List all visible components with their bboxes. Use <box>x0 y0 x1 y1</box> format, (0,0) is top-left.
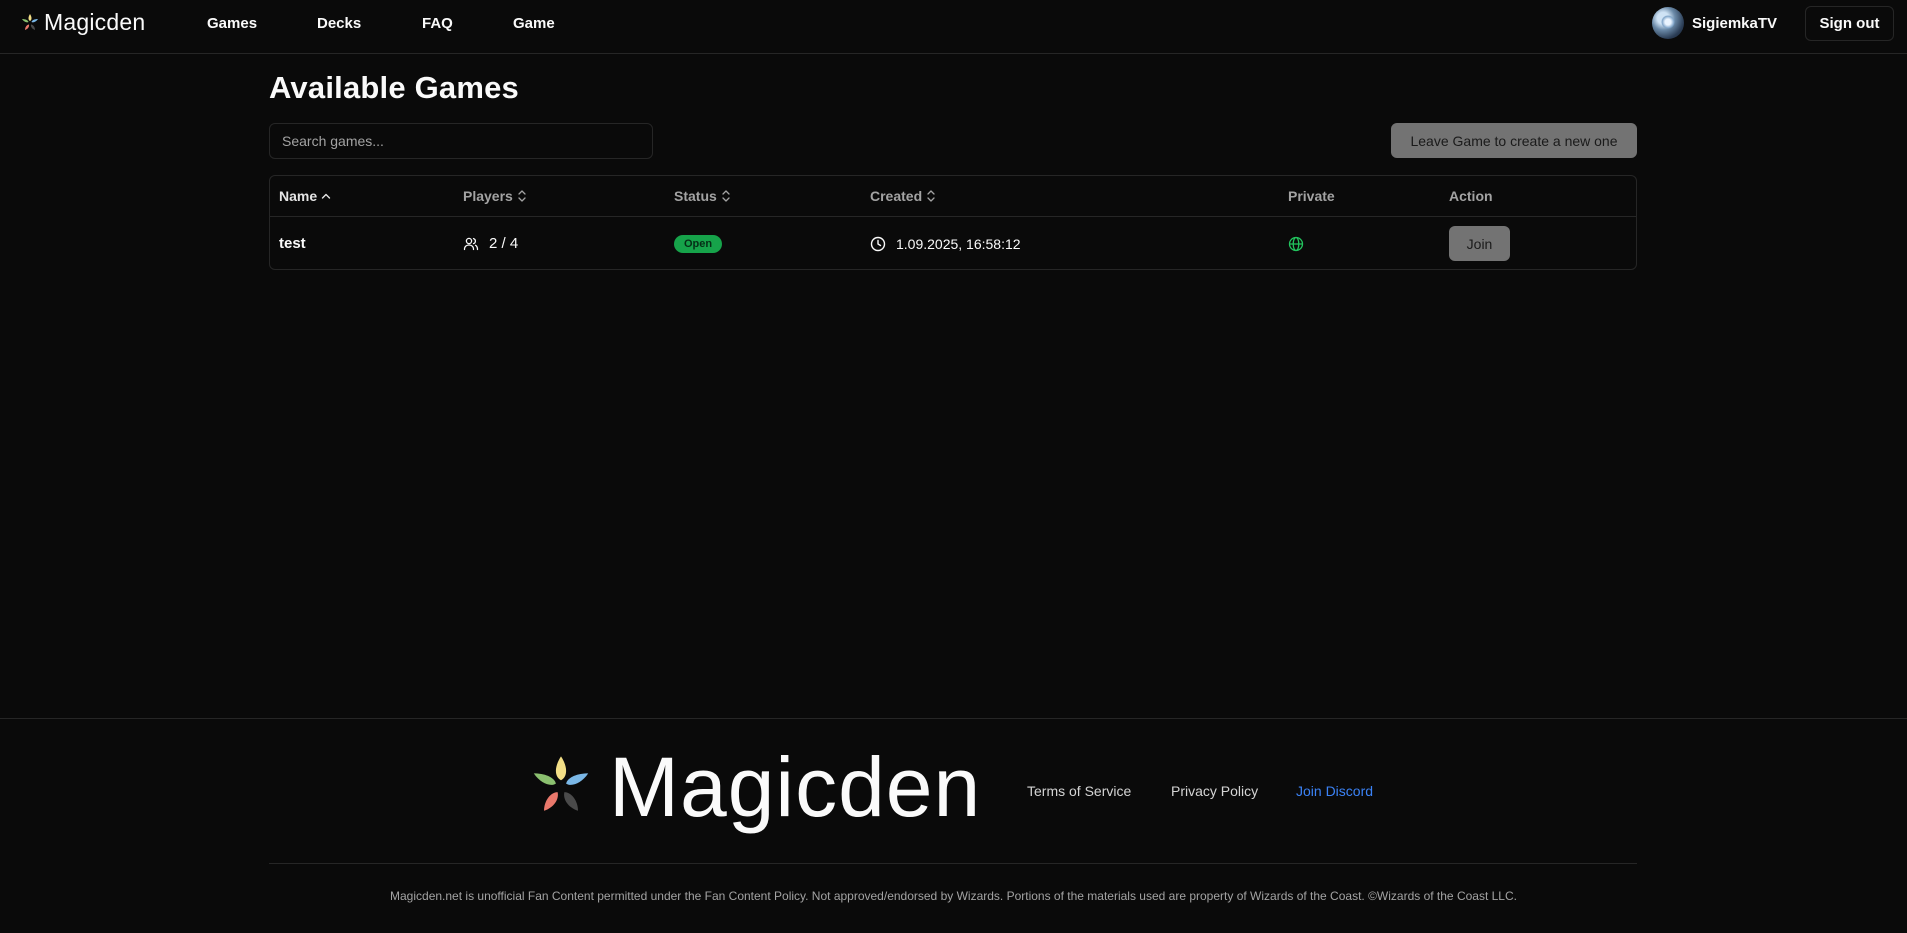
column-header-created[interactable]: Created <box>870 188 937 204</box>
column-header-action: Action <box>1449 188 1493 204</box>
magicden-flower-logo-icon <box>22 13 38 30</box>
terms-of-service-link[interactable]: Terms of Service <box>1027 783 1131 799</box>
sign-out-button[interactable]: Sign out <box>1805 6 1894 41</box>
nav-game[interactable]: Game <box>513 15 555 32</box>
created-cell: 1.09.2025, 16:58:12 <box>870 217 1021 269</box>
join-discord-link[interactable]: Join Discord <box>1296 783 1373 799</box>
footer-logo-link[interactable]: Magicden <box>527 745 981 829</box>
action-cell: Join <box>1449 217 1510 269</box>
leave-game-button: Leave Game to create a new one <box>1391 123 1637 158</box>
globe-icon <box>1288 236 1304 251</box>
page-title: Available Games <box>269 70 519 105</box>
status-badge: Open <box>674 234 723 253</box>
players-count: 2 / 4 <box>489 235 519 252</box>
column-header-label: Status <box>674 188 717 204</box>
status-cell: Open <box>674 217 723 269</box>
column-header-name[interactable]: Name <box>279 188 332 204</box>
players-cell: 2 / 4 <box>463 217 519 269</box>
sort-unsorted-icon <box>927 190 935 202</box>
brand-logo-link[interactable]: Magicden <box>20 9 145 36</box>
sort-unsorted-icon <box>722 190 730 202</box>
column-header-label: Private <box>1288 188 1335 204</box>
username: SigiemkaTV <box>1692 14 1778 32</box>
sort-unsorted-icon <box>518 190 526 202</box>
footer-divider <box>269 863 1637 864</box>
nav-games[interactable]: Games <box>207 15 257 32</box>
nav-faq[interactable]: FAQ <box>422 15 453 32</box>
footer: Magicden Terms of Service Privacy Policy… <box>0 718 1907 933</box>
user-avatar <box>1652 7 1684 39</box>
column-header-label: Action <box>1449 188 1493 204</box>
table-header: Name Players Status Created Private Acti… <box>270 176 1636 217</box>
column-header-label: Players <box>463 188 513 204</box>
clock-icon <box>870 236 886 251</box>
footer-brand-name: Magicden <box>609 740 982 834</box>
column-header-label: Created <box>870 188 923 204</box>
join-button[interactable]: Join <box>1449 226 1510 261</box>
user-menu[interactable]: SigiemkaTV <box>1652 7 1777 39</box>
fan-content-disclaimer: Magicden.net is unofficial Fan Content p… <box>390 889 1517 903</box>
nav-decks[interactable]: Decks <box>317 15 361 32</box>
sort-ascending-icon <box>321 193 331 199</box>
users-icon <box>463 237 479 250</box>
top-navbar: Magicden Games Decks FAQ Game SigiemkaTV… <box>0 0 1907 54</box>
private-cell <box>1288 217 1304 269</box>
column-header-status[interactable]: Status <box>674 188 732 204</box>
table-row: test 2 / 4 Open 1.09.2025, 16:58:12 Join <box>270 217 1636 269</box>
brand-name: Magicden <box>44 9 146 35</box>
game-name: test <box>279 235 306 252</box>
games-table: Name Players Status Created Private Acti… <box>269 175 1637 270</box>
column-header-private: Private <box>1288 188 1335 204</box>
search-input[interactable] <box>269 123 653 159</box>
column-header-label: Name <box>279 188 318 204</box>
magicden-flower-logo-icon <box>533 756 589 811</box>
created-timestamp: 1.09.2025, 16:58:12 <box>896 235 1021 252</box>
column-header-players[interactable]: Players <box>463 188 528 204</box>
privacy-policy-link[interactable]: Privacy Policy <box>1171 783 1258 799</box>
